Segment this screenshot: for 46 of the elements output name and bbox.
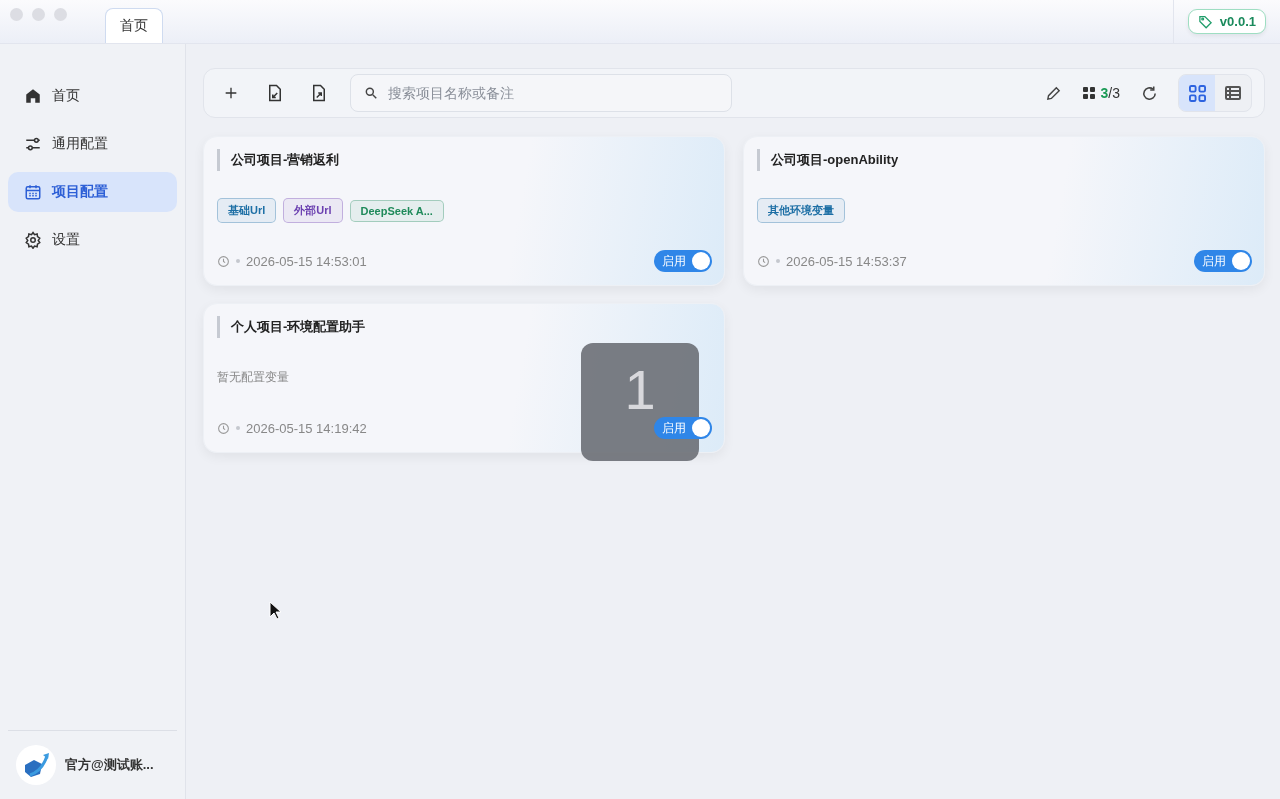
- home-icon: [24, 87, 42, 105]
- timestamp: 2026-05-15 14:53:01: [246, 253, 367, 269]
- cursor-icon: [269, 601, 281, 621]
- user-name[interactable]: 官方@测试账...: [65, 756, 154, 774]
- timestamp: 2026-05-15 14:19:42: [246, 420, 367, 436]
- refresh-icon: [1140, 84, 1158, 102]
- key-text: 1: [624, 357, 656, 422]
- sidebar-item[interactable]: 首页: [8, 76, 177, 116]
- enable-switch[interactable]: 启用: [1194, 250, 1252, 272]
- avatar-icon: [16, 745, 56, 785]
- search-field[interactable]: 搜索项目名称或备注: [350, 74, 732, 112]
- project-title: 公司项目-营销返利: [217, 149, 712, 171]
- timestamp: 2026-05-15 14:53:37: [786, 253, 907, 269]
- grid-view-icon: [1188, 84, 1206, 102]
- page-tab[interactable]: 首页: [105, 8, 163, 43]
- pencil-icon: [1045, 84, 1062, 102]
- variable-tag: 外部Url: [283, 198, 343, 223]
- enable-switch[interactable]: 启用: [654, 250, 712, 272]
- sliders-icon: [24, 135, 42, 153]
- sidebar-item[interactable]: 项目配置: [8, 172, 177, 212]
- view-toggle[interactable]: [1179, 75, 1215, 111]
- project-card[interactable]: 公司项目-营销返利 基础Url 外部Url DeepSeek A... 2026-05-15 14:53:01 启用: [203, 136, 725, 286]
- file-import-icon: [267, 84, 283, 102]
- project-title: 公司项目-openAbility: [757, 149, 1252, 171]
- version-badge: v0.0.1: [1187, 9, 1266, 34]
- sidebar-item[interactable]: 通用配置: [8, 124, 177, 164]
- tag-icon: [1197, 14, 1213, 29]
- project-title: 个人项目-环境配置助手: [217, 316, 712, 338]
- search-icon: [364, 86, 378, 100]
- clock-icon: [757, 254, 770, 268]
- count-text: 3/3: [1100, 85, 1120, 101]
- settings-icon: [24, 231, 42, 249]
- list-view-icon: [1225, 86, 1241, 100]
- empty-text: 暂无配置变量: [217, 369, 289, 386]
- variable-tag: 基础Url: [217, 198, 277, 223]
- grid-icon: [1082, 87, 1095, 99]
- project-card[interactable]: 公司项目-openAbility 其他环境变量 2026-05-15 14:53:37 启用: [743, 136, 1265, 286]
- clock-icon: [217, 254, 230, 268]
- calendar-icon: [24, 183, 42, 201]
- sidebar-item[interactable]: 设置: [8, 220, 177, 260]
- file-export-icon: [311, 84, 327, 102]
- enable-switch[interactable]: 启用: [654, 417, 712, 439]
- variable-tag: 其他环境变量: [757, 198, 845, 223]
- plus-icon: [223, 85, 239, 101]
- variable-tag: DeepSeek A...: [349, 199, 444, 222]
- clock-icon: [217, 421, 230, 435]
